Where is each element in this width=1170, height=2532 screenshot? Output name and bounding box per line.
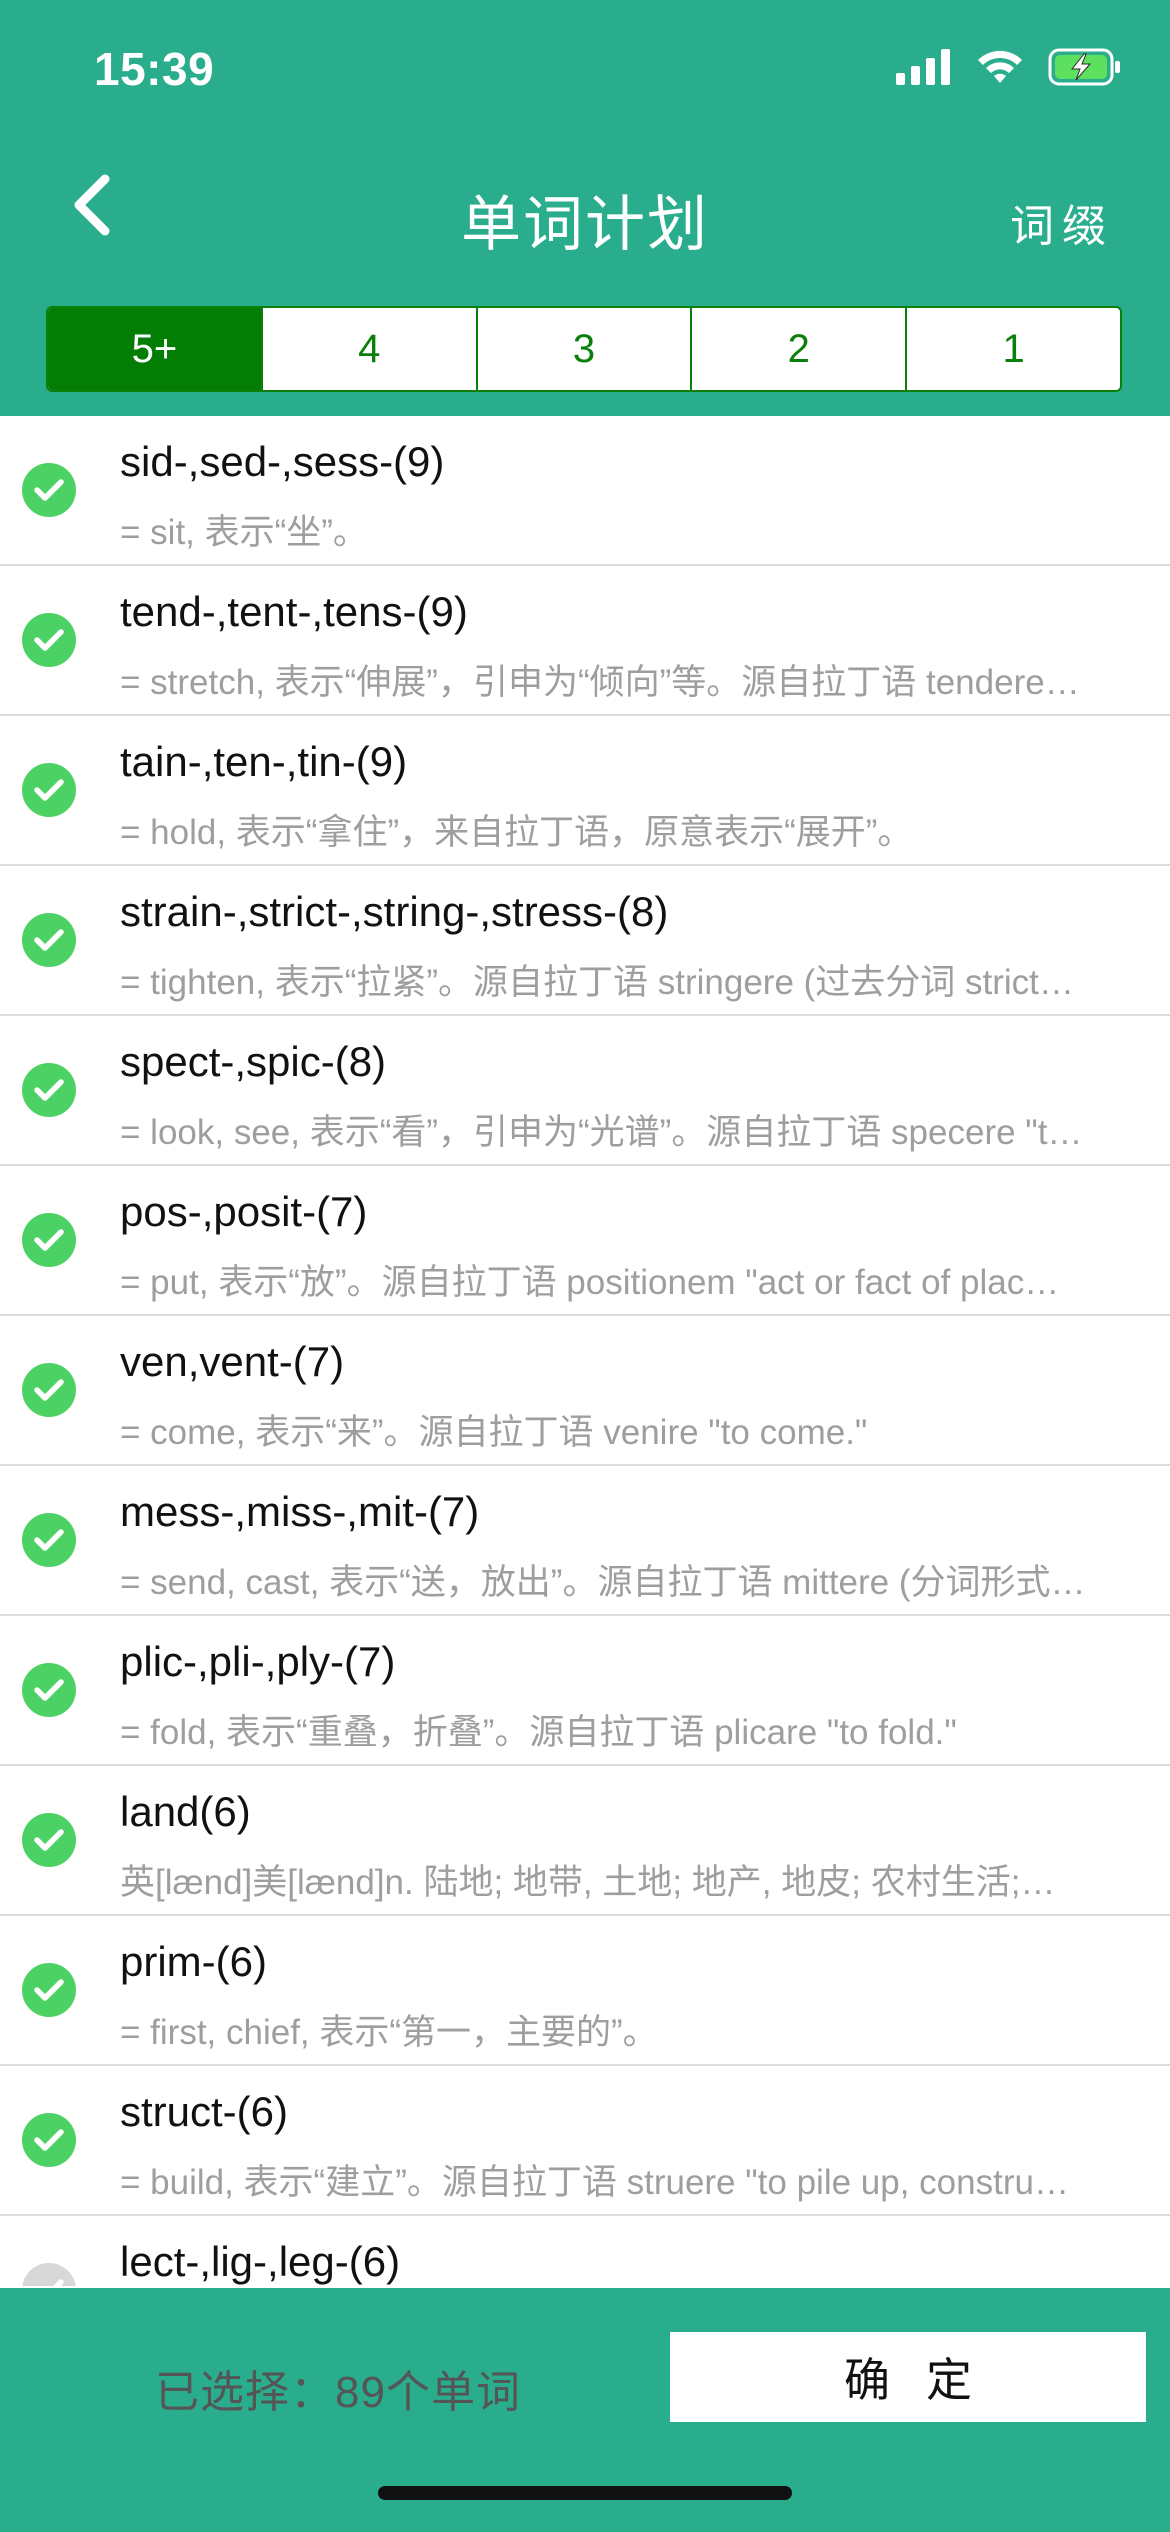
affix-button[interactable]: 词缀 bbox=[1010, 190, 1114, 254]
battery-charging-icon bbox=[1048, 48, 1120, 86]
list-item-word: tend-,tent-,tens-(9) bbox=[120, 588, 468, 635]
checkmark-circle-icon[interactable] bbox=[22, 1513, 76, 1567]
segment-tab[interactable]: 5+ bbox=[48, 308, 263, 390]
list-item[interactable]: spect-,spic-(8) = look, see, 表示“看”，引申为“光谱… bbox=[0, 1016, 1170, 1166]
status-icons bbox=[896, 48, 1122, 86]
checkmark-circle-icon[interactable] bbox=[22, 1063, 76, 1117]
page-title: 单词计划 bbox=[461, 191, 709, 258]
segment-tab[interactable]: 2 bbox=[692, 308, 908, 390]
list-item-word: lect-,lig-,leg-(6) bbox=[120, 2238, 401, 2285]
list-item[interactable]: pos-,posit-(7) = put, 表示“放”。源自拉丁语 positio… bbox=[0, 1166, 1170, 1316]
list-item[interactable]: plic-,pli-,ply-(7) = fold, 表示“重叠，折叠”。源自拉丁… bbox=[0, 1616, 1170, 1766]
list-item-description: = first, chief, 表示“第一，主要的”。 bbox=[120, 2013, 658, 2052]
status-time: 15:39 bbox=[94, 43, 215, 95]
list-item[interactable]: sid-,sed-,sess-(9) = sit, 表示“坐”。 bbox=[0, 416, 1170, 566]
selected-count-label: 已选择：89个单词 bbox=[155, 2368, 521, 2417]
list-item-description: 英[lænd]美[lænd]n. 陆地; 地带, 土地; 地产, 地皮; 农村生… bbox=[120, 1863, 1056, 1902]
list-item-word: strain-,strict-,string-,stress-(8) bbox=[120, 888, 669, 935]
list-item-description: = tighten, 表示“拉紧”。源自拉丁语 stringere (过去分词 … bbox=[120, 963, 1074, 1002]
list-item[interactable]: mess-,miss-,mit-(7) = send, cast, 表示“送，放出… bbox=[0, 1466, 1170, 1616]
checkmark-circle-icon[interactable] bbox=[22, 2263, 76, 2286]
list-item[interactable]: lect-,lig-,leg-(6) bbox=[0, 2216, 1170, 2286]
list-item-description: = put, 表示“放”。源自拉丁语 positionem "act or fa… bbox=[120, 1263, 1060, 1302]
segment-tab[interactable]: 4 bbox=[263, 308, 478, 390]
list-item[interactable]: tend-,tent-,tens-(9) = stretch, 表示“伸展”，引申… bbox=[0, 566, 1170, 716]
list-item[interactable]: prim-(6) = first, chief, 表示“第一，主要的”。 bbox=[0, 1916, 1170, 2066]
list-item[interactable]: land(6) 英[lænd]美[lænd]n. 陆地; 地带, 土地; 地产, … bbox=[0, 1766, 1170, 1916]
wifi-icon bbox=[978, 50, 1022, 83]
header: 15:39 单词计划 词缀 5+ 4 3 2 1 bbox=[0, 0, 1170, 416]
list-item-description: = hold, 表示“拿住”，来自拉丁语，原意表示“展开”。 bbox=[120, 813, 913, 852]
list-item[interactable]: ven,vent-(7) = come, 表示“来”。源自拉丁语 venire "… bbox=[0, 1316, 1170, 1466]
list-item[interactable]: strain-,strict-,string-,stress-(8) = tigh… bbox=[0, 866, 1170, 1016]
list-item-word: mess-,miss-,mit-(7) bbox=[120, 1488, 480, 1535]
segment-tab[interactable]: 1 bbox=[907, 308, 1120, 390]
list-item[interactable]: struct-(6) = build, 表示“建立”。源自拉丁语 struere … bbox=[0, 2066, 1170, 2216]
list-item-description: = sit, 表示“坐”。 bbox=[120, 513, 368, 552]
list-item-word: land(6) bbox=[120, 1788, 251, 1835]
list-item-word: ven,vent-(7) bbox=[120, 1338, 345, 1385]
checkmark-circle-icon[interactable] bbox=[22, 1363, 76, 1417]
list-item-word: struct-(6) bbox=[120, 2088, 288, 2135]
frequency-segmented-control: 5+ 4 3 2 1 bbox=[46, 306, 1122, 392]
list-item-description: = stretch, 表示“伸展”，引申为“倾向”等。源自拉丁语 tendere… bbox=[120, 663, 1080, 702]
signal-icon bbox=[896, 49, 950, 85]
list-item-description: = fold, 表示“重叠，折叠”。源自拉丁语 plicare "to fold… bbox=[120, 1713, 957, 1752]
checkmark-circle-icon[interactable] bbox=[22, 2113, 76, 2167]
checkmark-circle-icon[interactable] bbox=[22, 1963, 76, 2017]
checkmark-circle-icon[interactable] bbox=[22, 613, 76, 667]
list-item-word: spect-,spic-(8) bbox=[120, 1038, 387, 1085]
list-item-description: = send, cast, 表示“送，放出”。源自拉丁语 mittere (分词… bbox=[120, 1563, 1086, 1602]
list-item-description: = come, 表示“来”。源自拉丁语 venire "to come." bbox=[120, 1413, 868, 1452]
list-item-word: pos-,posit-(7) bbox=[120, 1188, 368, 1235]
list-item-word: tain-,ten-,tin-(9) bbox=[120, 738, 408, 785]
list-item-description: = build, 表示“建立”。源自拉丁语 struere "to pile u… bbox=[120, 2163, 1069, 2202]
list-item[interactable]: tain-,ten-,tin-(9) = hold, 表示“拿住”，来自拉丁语，原… bbox=[0, 716, 1170, 866]
checkmark-circle-icon[interactable] bbox=[22, 913, 76, 967]
home-indicator bbox=[378, 2486, 792, 2500]
checkmark-circle-icon[interactable] bbox=[22, 763, 76, 817]
checkmark-circle-icon[interactable] bbox=[22, 1213, 76, 1267]
list-item-word: prim-(6) bbox=[120, 1938, 267, 1985]
confirm-button[interactable]: 确定 bbox=[670, 2332, 1146, 2422]
list-item-word: sid-,sed-,sess-(9) bbox=[120, 438, 445, 485]
checkmark-circle-icon[interactable] bbox=[22, 1813, 76, 1867]
list-item-description: = look, see, 表示“看”，引申为“光谱”。源自拉丁语 specere… bbox=[120, 1113, 1083, 1152]
checkmark-circle-icon[interactable] bbox=[22, 463, 76, 517]
checkmark-circle-icon[interactable] bbox=[22, 1663, 76, 1717]
word-list: sid-,sed-,sess-(9) = sit, 表示“坐”。 tend-,ten… bbox=[0, 416, 1170, 2286]
segment-tab[interactable]: 3 bbox=[478, 308, 693, 390]
list-item-word: plic-,pli-,ply-(7) bbox=[120, 1638, 396, 1685]
